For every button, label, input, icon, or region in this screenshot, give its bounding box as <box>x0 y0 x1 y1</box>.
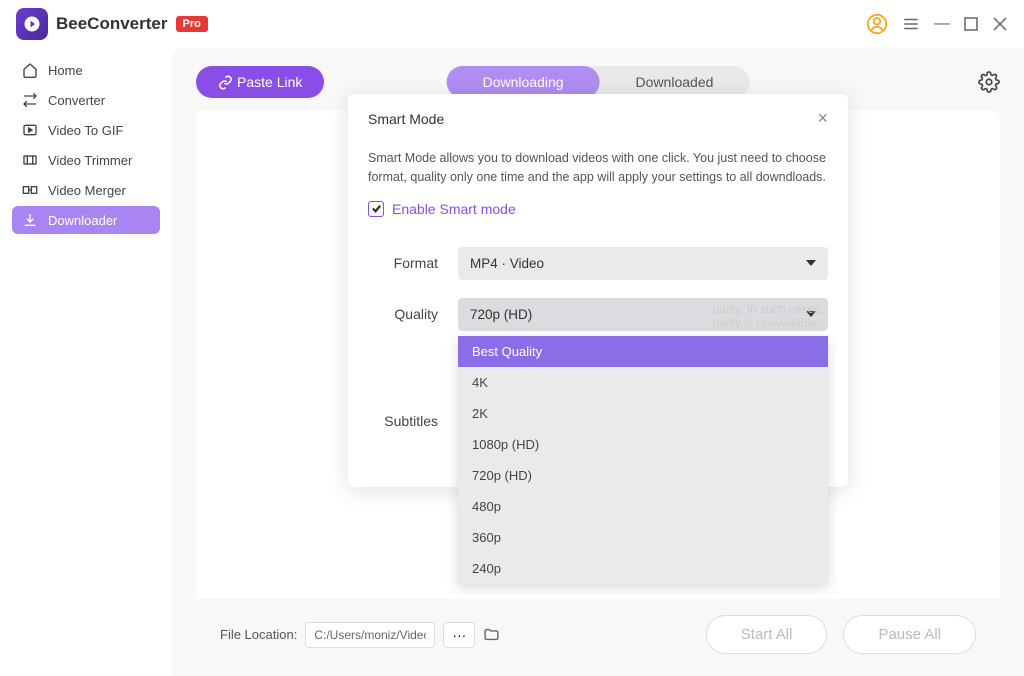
quality-value: 720p (HD) <box>470 307 532 322</box>
settings-icon[interactable] <box>978 71 1000 93</box>
quality-option[interactable]: 2K <box>458 398 828 429</box>
sidebar-item-home[interactable]: Home <box>12 56 160 84</box>
maximize-button[interactable] <box>964 17 978 31</box>
pause-all-button[interactable]: Pause All <box>843 615 976 654</box>
sidebar-item-video-trimmer[interactable]: Video Trimmer <box>12 146 160 174</box>
file-location-label: File Location: <box>220 627 297 642</box>
account-icon[interactable] <box>866 13 888 35</box>
quality-dropdown: Best Quality 4K 2K 1080p (HD) 720p (HD) … <box>458 336 828 584</box>
file-location-input[interactable] <box>305 622 435 648</box>
footer-right: Start All Pause All <box>706 615 976 654</box>
sidebar-item-label: Home <box>48 63 83 78</box>
smart-mode-modal: Smart Mode × Smart Mode allows you to do… <box>348 94 848 487</box>
pro-badge: Pro <box>176 16 208 32</box>
modal-description: Smart Mode allows you to download videos… <box>368 149 828 187</box>
close-button[interactable] <box>992 16 1008 32</box>
paste-link-label: Paste Link <box>237 74 302 90</box>
modal-header: Smart Mode × <box>348 94 848 139</box>
sidebar-item-video-merger[interactable]: Video Merger <box>12 176 160 204</box>
subtitle-label: Subtitles <box>368 405 458 429</box>
sidebar-item-label: Downloader <box>48 213 117 228</box>
sidebar-item-label: Video Merger <box>48 183 126 198</box>
quality-label: Quality <box>368 298 458 322</box>
quality-option[interactable]: 480p <box>458 491 828 522</box>
quality-option[interactable]: 240p <box>458 553 828 584</box>
format-label: Format <box>368 247 458 271</box>
footer: File Location: ··· Start All Pause All <box>196 599 1000 676</box>
format-row: Format MP4 · Video <box>368 247 828 280</box>
sidebar-item-label: Converter <box>48 93 105 108</box>
sidebar-item-label: Video To GIF <box>48 123 123 138</box>
browse-button[interactable]: ··· <box>443 622 475 648</box>
quality-option[interactable]: 1080p (HD) <box>458 429 828 460</box>
sidebar-item-label: Video Trimmer <box>48 153 132 168</box>
minimize-button[interactable]: — <box>934 15 950 33</box>
app-title: BeeConverter <box>56 14 168 34</box>
quality-option[interactable]: 360p <box>458 522 828 553</box>
sidebar-item-converter[interactable]: Converter <box>12 86 160 114</box>
sidebar-item-video-to-gif[interactable]: Video To GIF <box>12 116 160 144</box>
enable-smart-mode-checkbox[interactable] <box>368 201 384 217</box>
enable-smart-mode-label[interactable]: Enable Smart mode <box>392 201 516 217</box>
menu-icon[interactable] <box>902 15 920 33</box>
modal-title: Smart Mode <box>368 111 444 127</box>
footer-left: File Location: ··· <box>220 622 500 648</box>
modal-close-button[interactable]: × <box>817 108 828 129</box>
app-logo <box>16 8 48 40</box>
titlebar: BeeConverter Pro — <box>0 0 1024 48</box>
open-folder-icon[interactable] <box>483 626 500 643</box>
sidebar-item-downloader[interactable]: Downloader <box>12 206 160 234</box>
format-select[interactable]: MP4 · Video <box>458 247 828 280</box>
quality-option[interactable]: 720p (HD) <box>458 460 828 491</box>
quality-option[interactable]: 4K <box>458 367 828 398</box>
modal-body: Smart Mode allows you to download videos… <box>348 139 848 429</box>
quality-hint-ghost: uality. In such cases, uality is unavail… <box>713 302 824 330</box>
paste-link-button[interactable]: Paste Link <box>196 66 324 98</box>
chevron-down-icon <box>806 260 816 266</box>
main-panel: Paste Link Downloading Downloaded File L… <box>172 48 1024 676</box>
enable-smart-mode-row: Enable Smart mode <box>368 201 828 217</box>
quality-row: Quality 720p (HD) uality. In such cases,… <box>368 298 828 331</box>
start-all-button[interactable]: Start All <box>706 615 828 654</box>
format-value: MP4 · Video <box>470 256 544 271</box>
sidebar: Home Converter Video To GIF Video Trimme… <box>0 48 172 676</box>
titlebar-right: — <box>866 13 1008 35</box>
quality-option[interactable]: Best Quality <box>458 336 828 367</box>
titlebar-left: BeeConverter Pro <box>16 8 208 40</box>
